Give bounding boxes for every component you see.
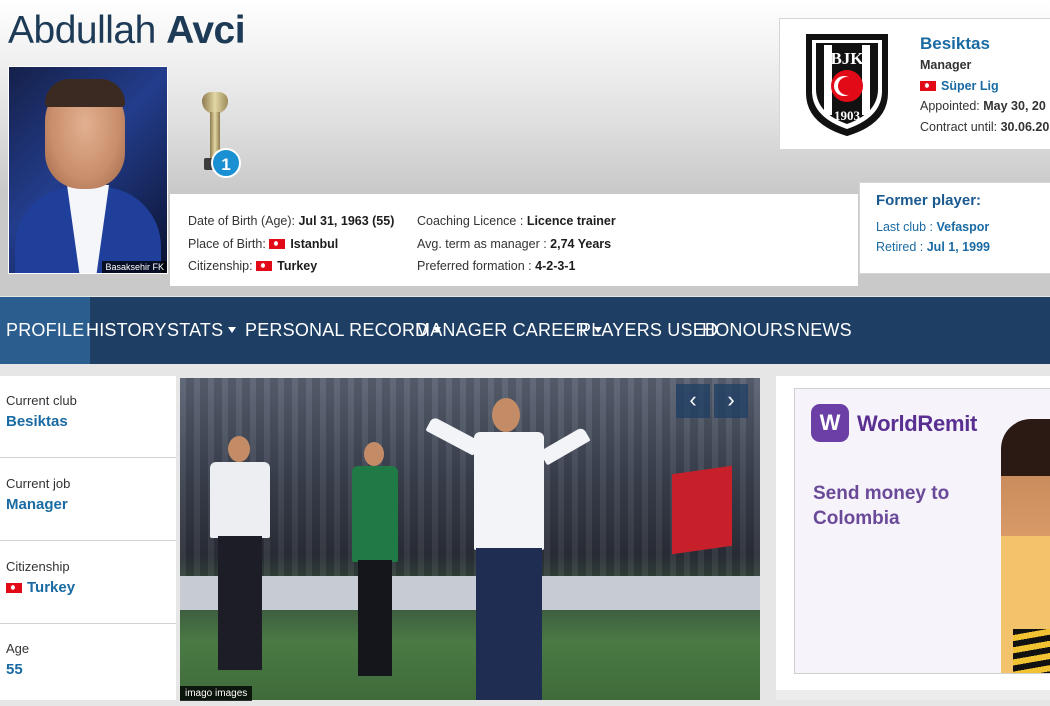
- ad-brand: WorldRemit: [857, 411, 978, 436]
- tab-honours[interactable]: HONOURS: [702, 297, 795, 364]
- info-column-left: Date of Birth (Age): Jul 31, 1963 (55) P…: [188, 210, 394, 278]
- tab-history[interactable]: HISTORY: [86, 297, 167, 364]
- turkey-flag-icon: [920, 80, 936, 91]
- sidebar: Current club Besiktas Current job Manage…: [0, 376, 176, 700]
- photo-credit: imago images: [180, 686, 253, 701]
- sidebar-item-age: Age 55: [0, 624, 176, 706]
- ad-bottom-divider: [776, 690, 1050, 700]
- pob-label: Place of Birth:: [188, 236, 266, 251]
- last-club-link[interactable]: Vefaspor: [936, 220, 989, 234]
- turkey-flag-icon: [256, 261, 273, 271]
- formation-value: 4-2-3-1: [535, 259, 576, 273]
- last-club-line: Last club : Vefaspor: [876, 220, 989, 234]
- licence-value: Licence trainer: [526, 214, 616, 228]
- worldremit-logo-icon: W: [811, 404, 849, 442]
- ad-text: Send money to Colombia: [813, 483, 950, 529]
- manager-photo[interactable]: Basaksehir FK: [8, 66, 168, 274]
- current-club-box: BJK 1903 Besiktas Manager Süper Lig Appo…: [779, 18, 1050, 150]
- sidebar-item-current-club: Current club Besiktas: [0, 376, 176, 458]
- league-link[interactable]: Süper Lig: [941, 79, 999, 93]
- dob-value: Jul 31, 1963 (55): [298, 214, 395, 228]
- last-name: Avci: [166, 9, 246, 52]
- sidebar-label: Current club: [6, 393, 77, 408]
- caret-down-icon: [228, 327, 237, 333]
- retired-line: Retired : Jul 1, 1999: [876, 240, 990, 254]
- page-title: Abdullah Avci: [8, 9, 246, 53]
- sidebar-item-citizenship: Citizenship Turkey: [0, 542, 176, 624]
- worldremit-ad[interactable]: W WorldRemit Send money to Colombia: [794, 388, 1050, 674]
- photo-gallery[interactable]: [180, 378, 760, 700]
- info-column-right: Coaching Licence : Licence trainer Avg. …: [417, 210, 616, 278]
- former-player-box: Former player: Last club : Vefaspor Reti…: [859, 182, 1050, 274]
- sidebar-label: Current job: [6, 476, 71, 491]
- appointed-label: Appointed:: [920, 99, 980, 113]
- pob-value: Istanbul: [290, 236, 339, 251]
- turkey-flag-icon: [6, 583, 22, 593]
- citizenship-value: Turkey: [277, 259, 318, 273]
- term-value: 2,74 Years: [550, 236, 612, 251]
- first-name: Abdullah: [8, 9, 156, 52]
- chevron-right-icon: ›: [727, 387, 735, 412]
- tab-profile[interactable]: PROFILE: [0, 297, 91, 364]
- besiktas-crest-icon[interactable]: BJK 1903: [804, 31, 890, 137]
- contract-label: Contract until:: [920, 119, 998, 134]
- club-role: Manager: [920, 58, 972, 72]
- sidebar-item-current-job: Current job Manager: [0, 459, 176, 541]
- term-label: Avg. term as manager :: [417, 236, 547, 251]
- dob-label: Date of Birth (Age):: [188, 214, 295, 228]
- main-nav: PROFILE HISTORY STATS PERSONAL RECORD MA…: [0, 297, 1050, 364]
- advertisement: W WorldRemit Send money to Colombia: [776, 376, 1050, 700]
- former-player-title: Former player:: [876, 192, 982, 209]
- chevron-left-icon: ‹: [689, 387, 697, 412]
- retired-value: Jul 1, 1999: [926, 240, 990, 254]
- tab-stats[interactable]: STATS: [167, 297, 237, 364]
- tab-news[interactable]: NEWS: [797, 297, 852, 364]
- info-panel: Date of Birth (Age): Jul 31, 1963 (55) P…: [170, 194, 858, 286]
- licence-label: Coaching Licence :: [417, 214, 524, 228]
- club-info: Besiktas Manager Süper Lig Appointed: Ma…: [920, 33, 1049, 137]
- turkey-flag-icon: [269, 238, 286, 249]
- sidebar-value-link[interactable]: Besiktas: [6, 413, 68, 430]
- gallery-next-button[interactable]: ›: [714, 384, 748, 418]
- sidebar-value: 55: [6, 661, 23, 678]
- sidebar-label: Citizenship: [6, 559, 70, 574]
- last-club-label: Last club :: [876, 220, 933, 234]
- contract-value: 30.06.20: [1000, 119, 1050, 134]
- retired-label: Retired :: [876, 240, 924, 254]
- crest-year: 1903: [834, 108, 861, 123]
- sidebar-label: Age: [6, 641, 30, 656]
- tab-personal-record[interactable]: PERSONAL RECORD: [245, 297, 442, 364]
- crest-letters: BJK: [830, 49, 864, 68]
- photo-caption: Basaksehir FK: [102, 261, 167, 273]
- appointed-value: May 30, 20: [983, 99, 1046, 113]
- citizenship-label: Citizenship:: [188, 259, 253, 273]
- tab-manager-career[interactable]: MANAGER CAREER: [415, 297, 602, 364]
- gallery-prev-button[interactable]: ‹: [676, 384, 710, 418]
- sidebar-value: Manager: [6, 496, 68, 513]
- trophy-count-badge: 1: [211, 148, 241, 178]
- club-name-link[interactable]: Besiktas: [920, 33, 1049, 55]
- sidebar-value-link[interactable]: Turkey: [6, 579, 75, 596]
- formation-label: Preferred formation :: [417, 259, 532, 273]
- tab-players-used[interactable]: PLAYERS USED: [579, 297, 718, 364]
